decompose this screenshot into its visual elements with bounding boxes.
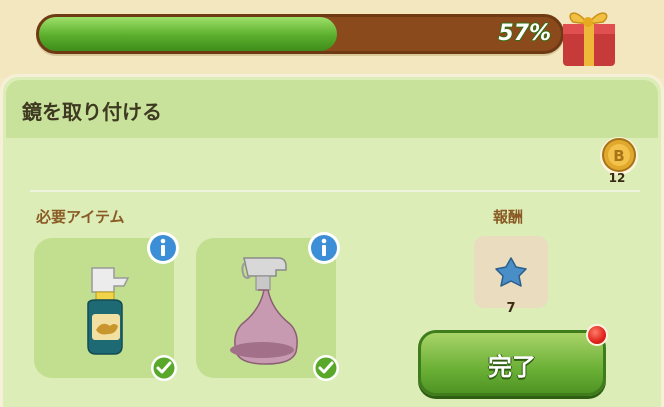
reward-label: 報酬 bbox=[493, 208, 524, 226]
task-title: 鏡を取り付ける bbox=[22, 100, 162, 124]
progress-bar: 57% bbox=[36, 14, 564, 54]
gift-box-icon[interactable] bbox=[555, 0, 621, 70]
coin-reward: B 12 bbox=[594, 134, 644, 190]
complete-button-label: 完了 bbox=[488, 353, 536, 381]
reward-count: 7 bbox=[506, 301, 516, 316]
check-icon bbox=[313, 355, 339, 381]
required-items-label: 必要アイテム bbox=[36, 208, 125, 226]
complete-button[interactable]: 完了 bbox=[418, 330, 606, 396]
svg-text:B: B bbox=[613, 147, 624, 165]
info-icon[interactable] bbox=[306, 230, 342, 266]
notification-dot bbox=[586, 324, 608, 346]
progress-percent: 57% bbox=[498, 21, 551, 46]
progress-fill bbox=[39, 17, 337, 51]
blue-star-icon bbox=[495, 257, 527, 287]
divider bbox=[30, 190, 640, 192]
check-icon bbox=[151, 355, 177, 381]
coin-count: 12 bbox=[608, 171, 626, 185]
info-icon[interactable] bbox=[145, 230, 181, 266]
reward-slot bbox=[474, 236, 548, 308]
